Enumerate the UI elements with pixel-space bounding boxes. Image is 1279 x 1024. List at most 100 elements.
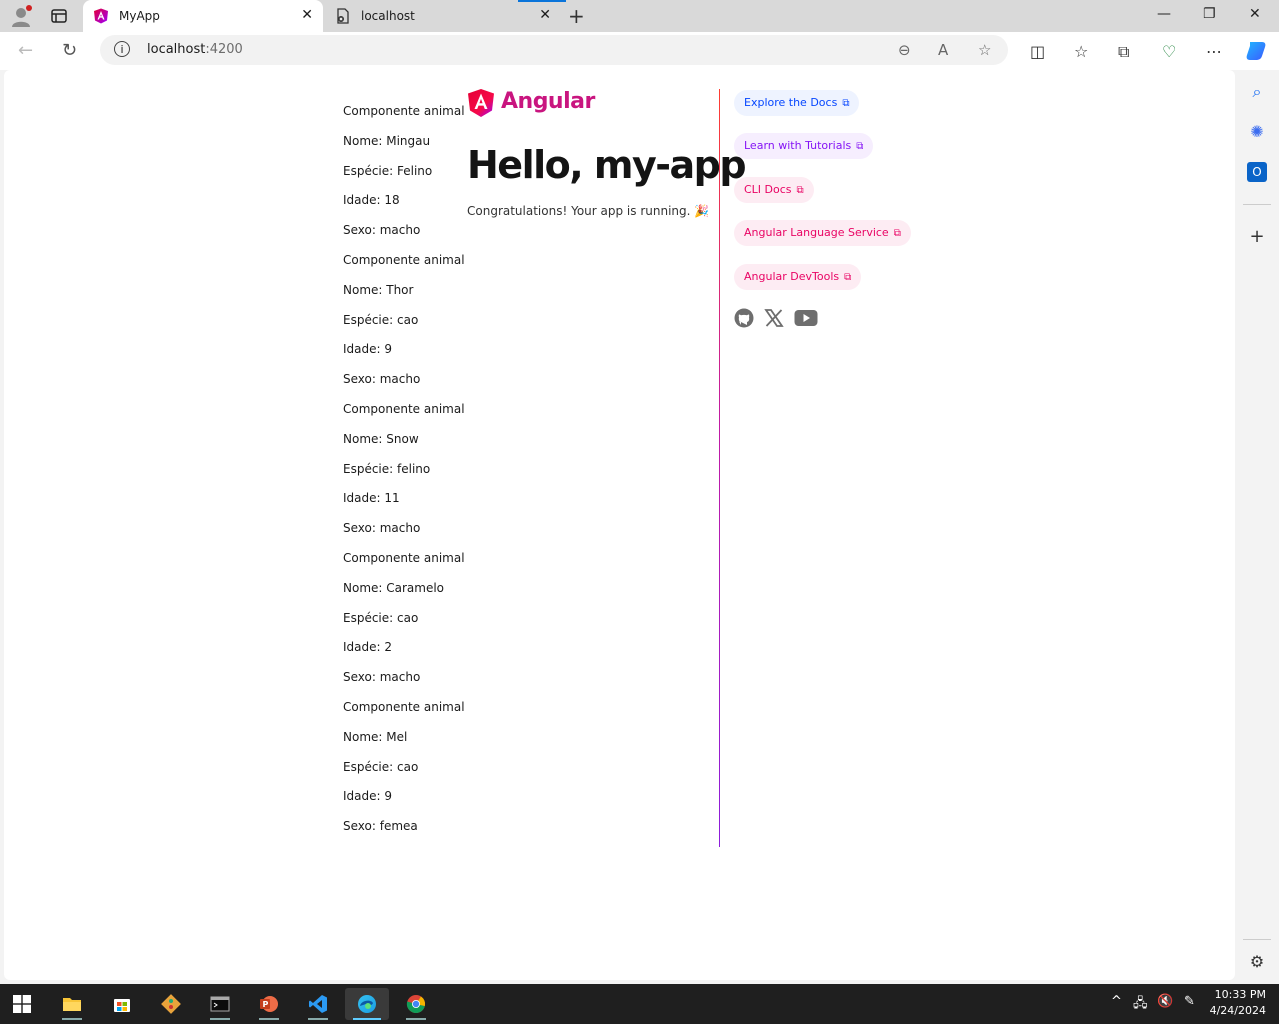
sidebar-divider xyxy=(1243,939,1271,940)
language-service-link[interactable]: Angular Language Service ⧉ xyxy=(734,220,911,246)
microsoft-store-app[interactable] xyxy=(100,988,144,1020)
windows-start-icon[interactable] xyxy=(13,995,31,1013)
animal-age: Idade: 9 xyxy=(343,789,393,803)
restore-icon[interactable]: ❐ xyxy=(1203,6,1216,22)
tab-localhost[interactable]: localhost ✕ xyxy=(325,0,561,32)
volume-muted-icon[interactable]: 🔇 xyxy=(1157,994,1173,1009)
add-sidebar-app-icon[interactable]: + xyxy=(1247,226,1267,247)
animal-name: Nome: Mingau xyxy=(343,134,431,148)
animal-age: Idade: 2 xyxy=(343,640,393,654)
tab-actions-icon[interactable] xyxy=(50,7,68,25)
split-screen-icon[interactable]: ◫ xyxy=(1030,42,1045,61)
refresh-icon[interactable]: ↻ xyxy=(62,40,77,61)
animal-species: Espécie: cao xyxy=(343,313,419,327)
explore-docs-link[interactable]: Explore the Docs ⧉ xyxy=(734,90,860,116)
tab-strip: MyApp ✕ localhost ✕ + — ❐ ✕ xyxy=(0,0,1279,32)
github-icon[interactable] xyxy=(734,308,754,328)
external-link-icon: ⧉ xyxy=(856,141,864,152)
new-tab-icon[interactable]: + xyxy=(568,4,585,28)
animal-species: Espécie: cao xyxy=(343,611,419,625)
animal-species: Espécie: felino xyxy=(343,462,431,476)
show-hidden-icons-icon[interactable]: ^ xyxy=(1111,994,1122,1009)
powerpoint-icon: P xyxy=(260,996,278,1012)
angular-shield-icon xyxy=(468,89,494,117)
file-explorer-app[interactable] xyxy=(50,988,94,1020)
animal-name: Nome: Mel xyxy=(343,730,408,744)
animal-sex: Sexo: femea xyxy=(343,819,418,833)
settings-gear-icon[interactable]: ⚙ xyxy=(1247,952,1267,972)
system-clock[interactable]: 10:33 PM 4/24/2024 xyxy=(1210,987,1266,1019)
clock-date: 4/24/2024 xyxy=(1209,1004,1266,1017)
gradient-divider xyxy=(719,89,720,847)
git-icon xyxy=(161,994,181,1014)
vscode-icon xyxy=(309,995,327,1013)
animal-sex: Sexo: macho xyxy=(343,521,421,535)
browser-toolbar: ← ↻ i localhost:4200 ⊖ A ☆ ◫ ☆ ⧉ ♡ ⋯ xyxy=(0,32,1279,70)
external-link-icon: ⧉ xyxy=(842,98,850,109)
running-message: Congratulations! Your app is running. 🎉 xyxy=(467,204,710,218)
animal-sex: Sexo: macho xyxy=(343,223,421,237)
outlook-icon[interactable]: O xyxy=(1247,162,1267,182)
external-link-icon: ⧉ xyxy=(844,272,852,283)
animal-sex: Sexo: macho xyxy=(343,372,421,386)
profile-icon[interactable] xyxy=(10,5,32,27)
zoom-out-icon[interactable]: ⊖ xyxy=(898,41,911,59)
chrome-app[interactable] xyxy=(394,988,438,1020)
page-error-icon xyxy=(337,8,349,24)
collections-icon[interactable]: ⧉ xyxy=(1118,42,1129,62)
animal-component-title: Componente animal xyxy=(343,700,465,714)
read-aloud-icon[interactable]: A xyxy=(938,41,948,59)
animal-age: Idade: 9 xyxy=(343,342,393,356)
search-icon[interactable]: ⌕ xyxy=(1247,82,1267,102)
animal-age: Idade: 11 xyxy=(343,491,400,505)
powerpoint-app[interactable]: P xyxy=(247,988,291,1020)
svg-text:P: P xyxy=(263,1000,269,1009)
close-window-icon[interactable]: ✕ xyxy=(1249,6,1261,22)
angular-logo: Angular xyxy=(467,88,597,120)
animal-age: Idade: 18 xyxy=(343,193,400,207)
favorites-icon[interactable]: ☆ xyxy=(1074,42,1088,61)
animal-species: Espécie: cao xyxy=(343,760,419,774)
edge-icon xyxy=(358,995,376,1013)
terminal-app[interactable] xyxy=(198,988,242,1020)
x-icon[interactable] xyxy=(764,308,784,328)
tutorials-link[interactable]: Learn with Tutorials ⧉ xyxy=(734,133,874,159)
close-tab-icon[interactable]: ✕ xyxy=(301,7,313,23)
page-viewport: Componente animal Nome: Mingau Espécie: … xyxy=(4,70,1235,980)
network-icon[interactable]: 🖧 xyxy=(1133,994,1148,1016)
animal-component-title: Componente animal xyxy=(343,104,465,118)
cli-docs-link[interactable]: CLI Docs ⧉ xyxy=(734,177,814,203)
folder-icon xyxy=(63,998,81,1011)
vscode-app[interactable] xyxy=(296,988,340,1020)
git-gui-app[interactable] xyxy=(149,988,193,1020)
copilot-sidebar-icon[interactable]: ✺ xyxy=(1247,122,1267,142)
animal-name: Nome: Caramelo xyxy=(343,581,445,595)
clock-time: 10:33 PM xyxy=(1214,988,1266,1001)
tab-myapp[interactable]: MyApp ✕ xyxy=(83,0,323,32)
back-icon[interactable]: ← xyxy=(18,40,33,61)
site-info-icon[interactable]: i xyxy=(114,41,130,57)
chrome-icon xyxy=(406,995,426,1014)
url-text[interactable]: localhost:4200 xyxy=(147,42,243,57)
animal-name: Nome: Thor xyxy=(343,283,414,297)
page-title: Hello, my-app xyxy=(467,143,747,187)
pen-menu-icon[interactable]: ✎ xyxy=(1184,994,1195,1009)
minimize-icon[interactable]: — xyxy=(1157,6,1171,22)
edge-sidebar: ⌕ ✺ O + ⚙ xyxy=(1236,70,1279,984)
tab-title: MyApp xyxy=(119,9,160,23)
animal-species: Espécie: Felino xyxy=(343,164,433,178)
youtube-icon[interactable] xyxy=(794,308,818,328)
copilot-icon[interactable] xyxy=(1244,40,1268,62)
close-tab-icon[interactable]: ✕ xyxy=(539,7,551,23)
external-link-icon: ⧉ xyxy=(893,228,901,239)
terminal-icon xyxy=(210,996,230,1012)
angular-favicon-icon xyxy=(94,8,108,24)
address-bar[interactable]: i localhost:4200 ⊖ A ☆ xyxy=(100,35,1008,65)
favorite-star-icon[interactable]: ☆ xyxy=(978,41,991,59)
sidebar-divider xyxy=(1243,204,1271,205)
devtools-link[interactable]: Angular DevTools ⧉ xyxy=(734,264,862,290)
browser-essentials-icon[interactable]: ♡ xyxy=(1162,42,1176,61)
more-options-icon[interactable]: ⋯ xyxy=(1206,42,1222,61)
external-link-icon: ⧉ xyxy=(796,185,804,196)
edge-browser-app[interactable] xyxy=(345,988,389,1020)
